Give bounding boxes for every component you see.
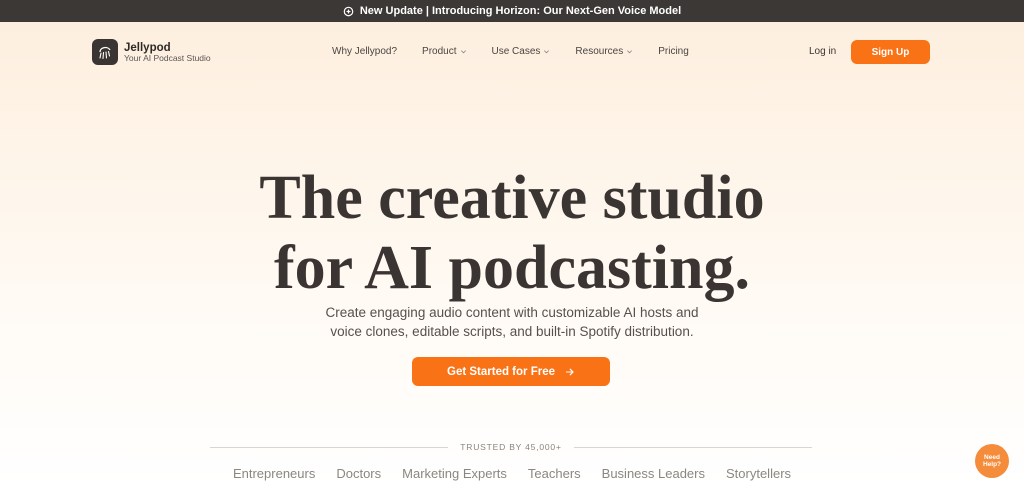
nav-item-resources[interactable]: Resources [575, 46, 633, 57]
hero-title-line-2: for AI podcasting. [274, 234, 750, 302]
audience-item: Storytellers [726, 466, 792, 481]
nav-item-why-jellypod[interactable]: Why Jellypod? [332, 46, 397, 57]
sparkle-icon [343, 6, 354, 16]
hero-title-line-1: The creative studio [259, 164, 765, 232]
top-navigation: Jellypod Your AI Podcast Studio Why Jell… [0, 22, 1024, 82]
nav-item-pricing[interactable]: Pricing [658, 46, 689, 57]
trusted-by-divider: TRUSTED BY 45,000+ [210, 440, 813, 454]
signup-button[interactable]: Sign Up [851, 40, 930, 64]
divider-line-left [210, 446, 449, 448]
audience-item: Entrepreneurs [232, 466, 316, 481]
audience-item: Teachers [527, 466, 581, 481]
get-started-label: Get Started for Free [447, 365, 555, 378]
chevron-down-icon [627, 50, 633, 54]
jellyfish-logo-icon [92, 39, 118, 65]
brand-tagline: Your AI Podcast Studio [124, 52, 211, 63]
brand-name: Jellypod [124, 41, 171, 54]
hero-subtitle: Create engaging audio content with custo… [0, 303, 1024, 341]
hero-subtitle-line-2: voice clones, editable scripts, and buil… [330, 324, 694, 339]
brand-logo[interactable]: Jellypod Your AI Podcast Studio [92, 39, 211, 65]
nav-item-label: Use Cases [491, 46, 541, 57]
trusted-by-label: TRUSTED BY 45,000+ [460, 442, 562, 452]
arrow-right-icon [565, 368, 574, 375]
chevron-down-icon [460, 50, 466, 54]
nav-item-label: Pricing [658, 46, 689, 57]
main-menu: Why Jellypod? Product Use Cases Resource… [332, 46, 714, 57]
audience-item: Doctors [336, 466, 382, 481]
audience-item: Business Leaders [601, 466, 705, 481]
nav-item-label: Resources [575, 46, 624, 57]
nav-item-use-cases[interactable]: Use Cases [492, 46, 551, 57]
hero-title: The creative studio for AI podcasting. [0, 163, 1024, 303]
get-started-button[interactable]: Get Started for Free [412, 357, 610, 386]
hero-subtitle-line-1: Create engaging audio content with custo… [325, 305, 699, 320]
login-link[interactable]: Log in [809, 46, 836, 57]
need-help-button[interactable]: Need Help? [975, 444, 1009, 478]
nav-item-label: Product [422, 46, 457, 57]
audience-item: Marketing Experts [402, 466, 507, 481]
announcement-bar[interactable]: New Update | Introducing Horizon: Our Ne… [0, 0, 1024, 22]
audience-list: Entrepreneurs Doctors Marketing Experts … [0, 466, 1024, 481]
chevron-down-icon [544, 50, 550, 54]
nav-item-label: Why Jellypod? [332, 46, 398, 57]
nav-item-product[interactable]: Product [422, 46, 466, 57]
announcement-text[interactable]: New Update | Introducing Horizon: Our Ne… [360, 5, 681, 17]
divider-line-right [573, 446, 813, 448]
